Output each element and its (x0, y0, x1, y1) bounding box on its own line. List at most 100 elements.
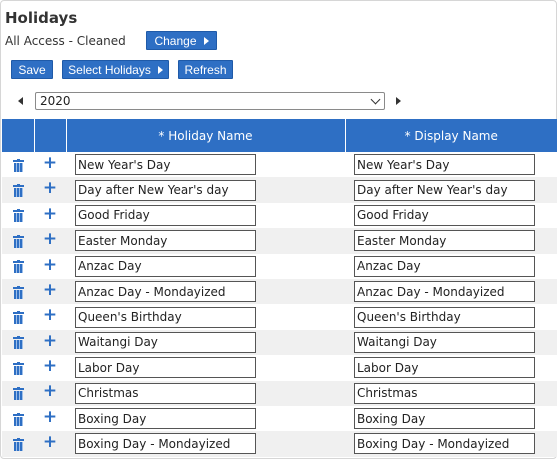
delete-cell (2, 431, 34, 457)
trash-icon[interactable] (12, 387, 24, 401)
holiday-name-cell: Boxing Day - Mondayized (66, 431, 345, 457)
page-title: Holidays (5, 9, 78, 27)
table-row: + Boxing Day - Mondayized Boxing Day - Mon… (2, 431, 557, 457)
trash-icon[interactable] (12, 158, 24, 172)
display-name-input[interactable]: Anzac Day (354, 255, 535, 277)
delete-cell (2, 228, 34, 254)
display-name-input[interactable]: Boxing Day - Mondayized (354, 433, 535, 455)
plus-icon[interactable]: + (43, 281, 57, 299)
delete-cell (2, 278, 34, 305)
holiday-name-cell: Anzac Day (66, 253, 345, 279)
plus-icon[interactable]: + (43, 307, 57, 324)
holiday-name-input[interactable]: Good Friday (75, 204, 256, 226)
table-row: + Easter Monday Easter Monday (2, 228, 557, 254)
table-row: + Good Friday Good Friday (2, 202, 557, 229)
trash-icon[interactable] (12, 437, 24, 451)
holiday-name-input[interactable]: Christmas (75, 382, 256, 404)
plus-icon[interactable]: + (43, 231, 57, 248)
display-name-input[interactable]: Easter Monday (354, 230, 535, 252)
save-button[interactable]: Save (11, 60, 53, 79)
trash-icon[interactable] (12, 234, 24, 248)
holiday-name-input[interactable]: Anzac Day - Mondayized (75, 281, 256, 303)
delete-cell (2, 405, 34, 432)
add-cell: + (34, 253, 66, 279)
plus-icon[interactable]: + (43, 434, 57, 451)
holiday-name-input[interactable]: Boxing Day - Mondayized (75, 433, 256, 455)
add-cell: + (34, 405, 66, 432)
caret-right-icon[interactable] (396, 97, 401, 105)
display-name-input[interactable]: Waitangi Day (354, 331, 535, 353)
plus-icon[interactable]: + (43, 205, 57, 223)
delete-cell (2, 355, 34, 381)
holiday-name-input[interactable]: Labor Day (75, 357, 256, 379)
holiday-name-cell: Christmas (66, 380, 345, 406)
display-name-cell: New Year's Day (345, 152, 557, 178)
select-holidays-button-label: Select Holidays (68, 62, 151, 77)
display-name-cell: Boxing Day - Mondayized (345, 431, 557, 457)
trash-icon[interactable] (12, 336, 24, 350)
caret-right-icon (203, 36, 209, 45)
holidays-panel: Holidays All Access - Cleaned Change Sav… (0, 0, 557, 459)
change-button[interactable]: Change (146, 31, 217, 50)
holiday-name-input[interactable]: Waitangi Day (75, 331, 256, 353)
holiday-name-input[interactable]: New Year's Day (75, 154, 256, 176)
delete-cell (2, 177, 34, 203)
trash-icon[interactable] (12, 260, 24, 274)
change-button-label: Change (154, 33, 197, 48)
trash-icon[interactable] (12, 184, 24, 198)
holiday-name-cell: Day after New Year's day (66, 177, 345, 203)
display-name-cell: Day after New Year's day (345, 177, 557, 203)
header-delete-column (2, 119, 35, 152)
holiday-name-input[interactable]: Boxing Day (75, 408, 256, 430)
holiday-name-input[interactable]: Queen's Birthday (75, 306, 256, 328)
plus-icon[interactable]: + (43, 256, 57, 274)
display-name-cell: Waitangi Day (345, 329, 557, 356)
display-name-input[interactable]: Anzac Day - Mondayized (354, 281, 535, 303)
delete-cell (2, 202, 34, 229)
table-row: + Day after New Year's day Day after New Y… (2, 177, 557, 203)
add-cell: + (34, 228, 66, 254)
plus-icon[interactable]: + (43, 332, 57, 350)
plus-icon[interactable]: + (43, 408, 57, 426)
add-cell: + (34, 177, 66, 203)
display-name-input[interactable]: Day after New Year's day (354, 179, 535, 201)
caret-left-icon[interactable] (18, 97, 23, 105)
year-select-value: 2020 (40, 94, 71, 108)
display-name-input[interactable]: New Year's Day (354, 154, 535, 176)
holidays-table: * Holiday Name * Display Name + New Year'… (2, 119, 557, 457)
plus-icon[interactable]: + (43, 180, 57, 197)
delete-cell (2, 253, 34, 279)
display-name-input[interactable]: Labor Day (354, 357, 535, 379)
refresh-button[interactable]: Refresh (178, 60, 233, 79)
year-select[interactable]: 2020 (35, 92, 385, 110)
add-cell: + (34, 278, 66, 305)
table-header-row: * Holiday Name * Display Name (2, 119, 557, 152)
trash-icon[interactable] (12, 412, 24, 426)
holiday-name-input[interactable]: Easter Monday (75, 230, 256, 252)
holiday-name-input[interactable]: Day after New Year's day (75, 179, 256, 201)
table-row: + Waitangi Day Waitangi Day (2, 329, 557, 356)
plus-icon[interactable]: + (43, 383, 57, 400)
display-name-cell: Queen's Birthday (345, 304, 557, 330)
display-name-cell: Easter Monday (345, 228, 557, 254)
display-name-input[interactable]: Boxing Day (354, 408, 535, 430)
trash-icon[interactable] (12, 285, 24, 299)
display-name-input[interactable]: Good Friday (354, 204, 535, 226)
add-cell: + (34, 152, 66, 178)
header-holiday-name: * Holiday Name (66, 119, 346, 152)
display-name-input[interactable]: Queen's Birthday (354, 306, 535, 328)
holiday-name-cell: Queen's Birthday (66, 304, 345, 330)
holiday-name-cell: Easter Monday (66, 228, 345, 254)
table-row: + Christmas Christmas (2, 380, 557, 406)
delete-cell (2, 152, 34, 178)
trash-icon[interactable] (12, 209, 24, 223)
plus-icon[interactable]: + (43, 358, 57, 375)
display-name-input[interactable]: Christmas (354, 382, 535, 404)
holiday-name-cell: Good Friday (66, 202, 345, 229)
plus-icon[interactable]: + (43, 154, 57, 172)
add-cell: + (34, 329, 66, 356)
trash-icon[interactable] (12, 311, 24, 325)
holiday-name-input[interactable]: Anzac Day (75, 255, 256, 277)
trash-icon[interactable] (12, 361, 24, 375)
select-holidays-button[interactable]: Select Holidays (62, 60, 169, 79)
